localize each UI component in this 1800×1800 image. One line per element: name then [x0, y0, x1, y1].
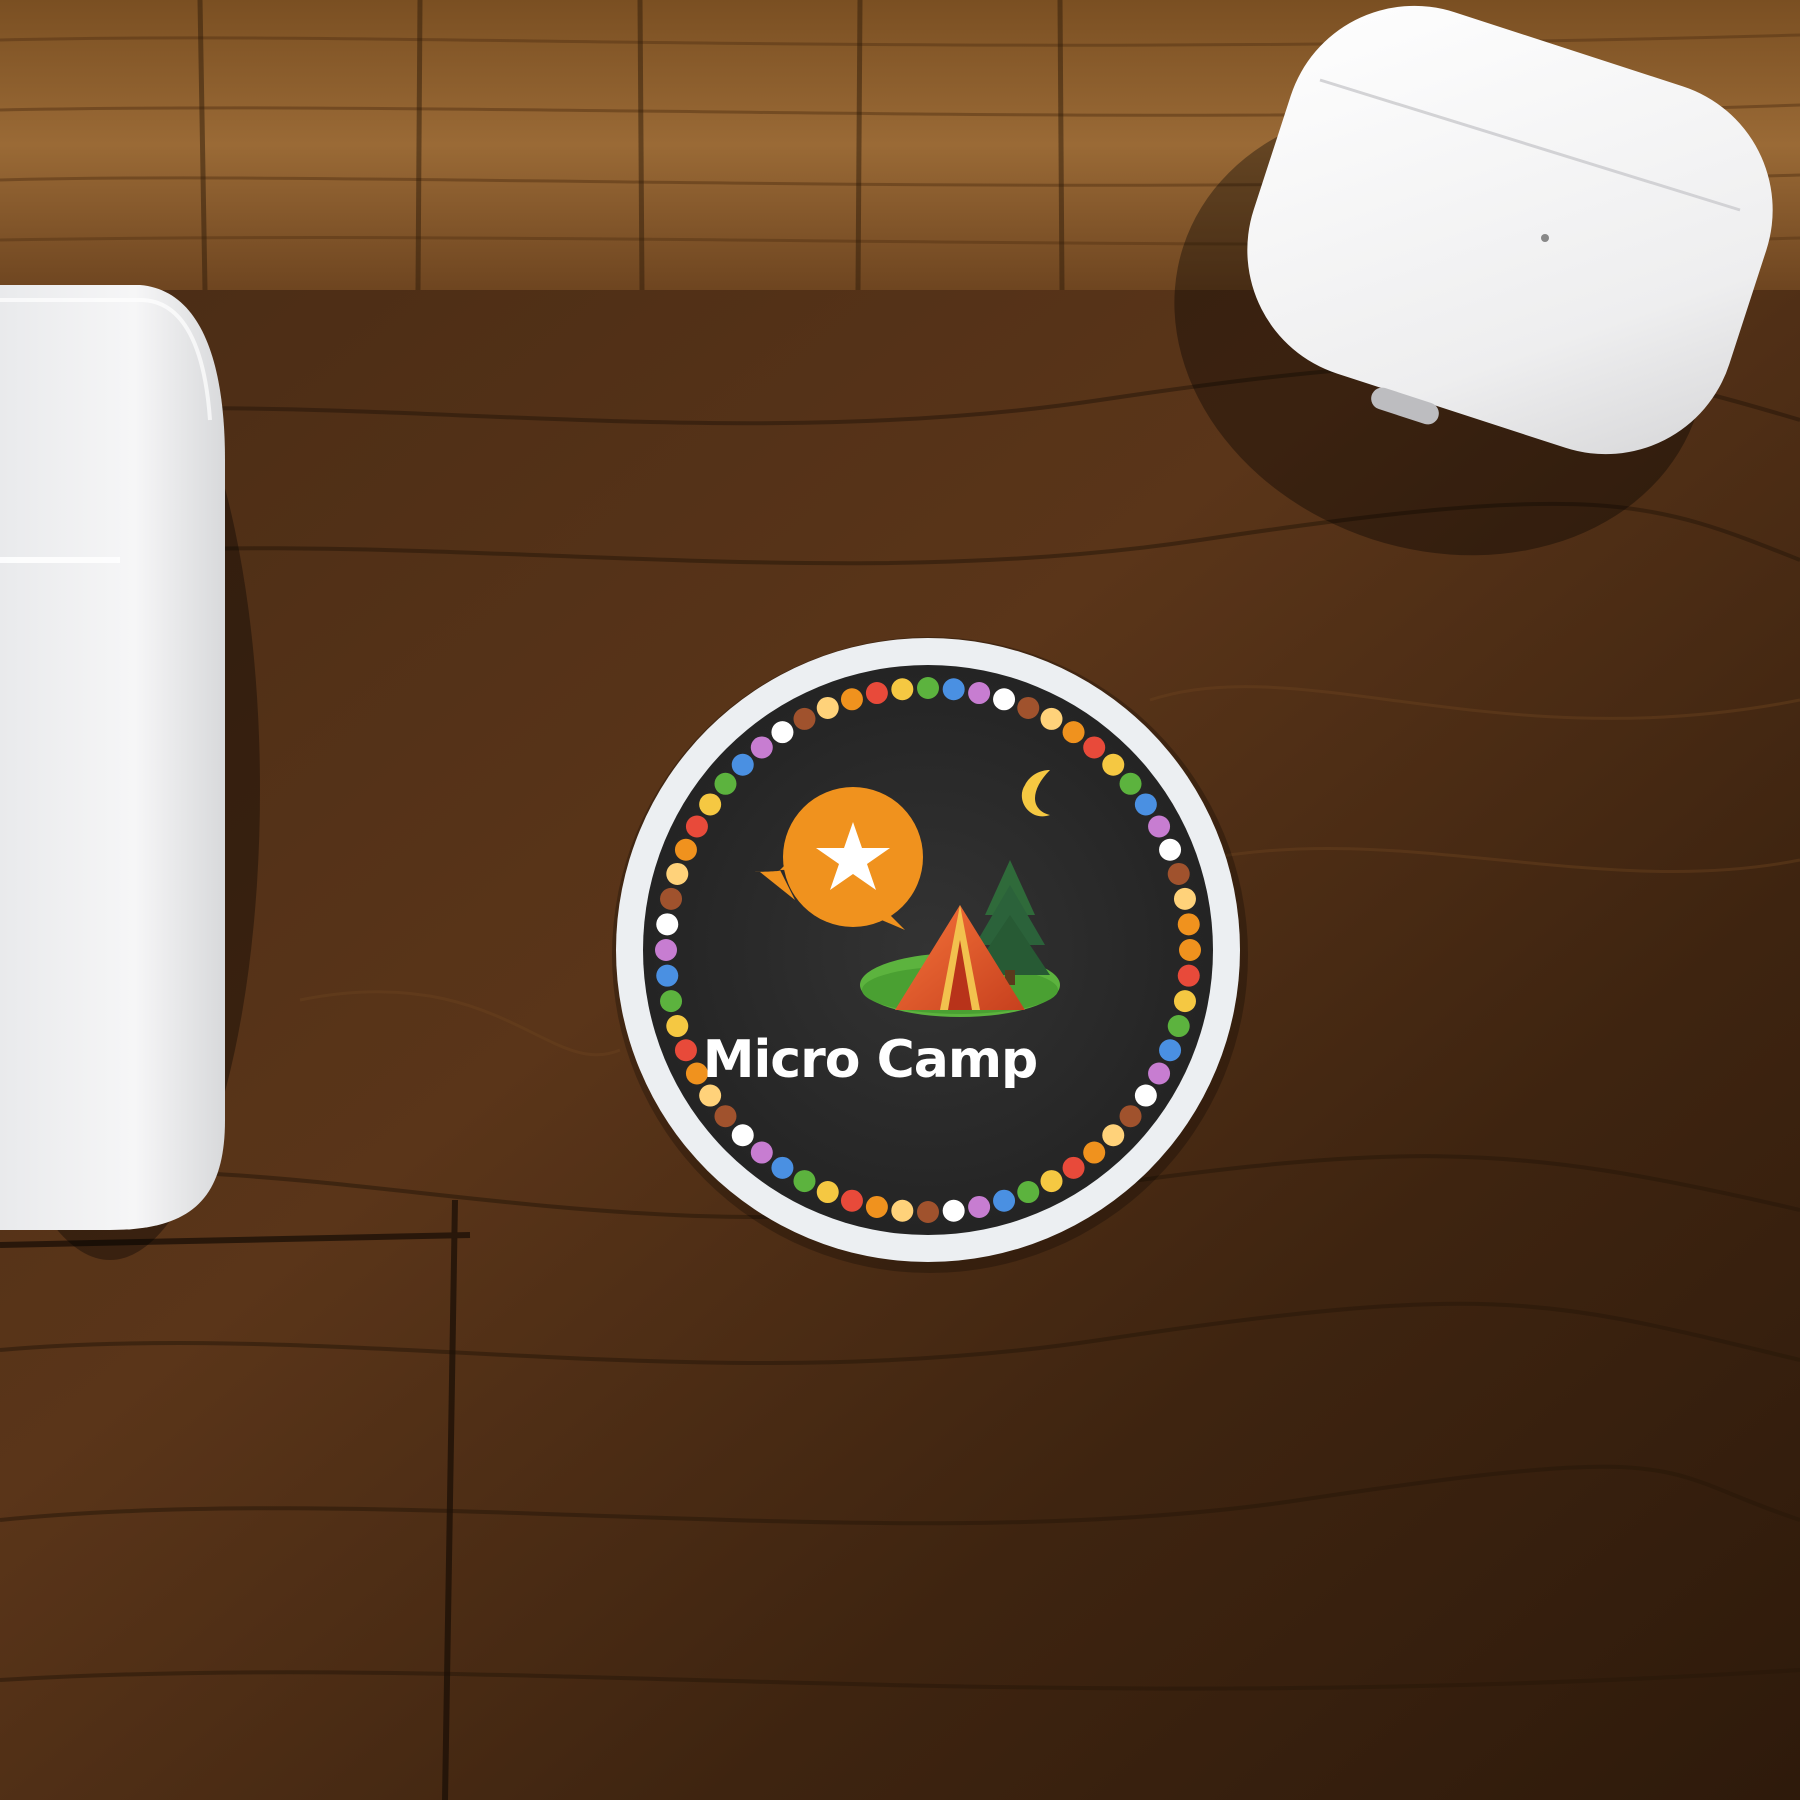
emoji-ring-item	[656, 964, 679, 987]
emoji-ring-item	[714, 1105, 737, 1128]
emoji-ring-item	[674, 838, 697, 861]
emoji-ring-item	[771, 721, 794, 744]
emoji-ring-item	[660, 990, 683, 1013]
emoji-ring-item	[656, 913, 679, 936]
sticker-face	[643, 665, 1213, 1235]
emoji-ring-item	[685, 815, 708, 838]
emoji-ring-item	[1040, 707, 1063, 730]
emoji-ring-item	[1167, 862, 1190, 885]
emoji-ring-item	[1179, 939, 1201, 961]
emoji-ring-item	[1159, 838, 1182, 861]
emoji-ring-item	[1062, 721, 1085, 744]
photo-scene	[0, 0, 1800, 1800]
emoji-ring-item	[1119, 772, 1142, 795]
emoji-ring-item	[840, 688, 863, 711]
emoji-ring-item	[1173, 990, 1196, 1013]
emoji-ring-item	[1119, 1105, 1142, 1128]
micro-camp-sticker	[612, 637, 1248, 1273]
emoji-ring-item	[1062, 1156, 1085, 1179]
emoji-ring-item	[865, 1195, 888, 1218]
emoji-ring-item	[1083, 1141, 1106, 1164]
emoji-ring-item	[1148, 1062, 1171, 1085]
emoji-ring-item	[816, 696, 839, 719]
sticker-title: Micro Camp	[702, 1030, 1039, 1090]
emoji-ring-item	[816, 1181, 839, 1204]
emoji-ring-item	[1102, 753, 1125, 776]
emoji-ring-item	[917, 677, 939, 699]
emoji-ring-item	[968, 1195, 991, 1218]
emoji-ring-item	[1083, 736, 1106, 759]
emoji-ring-item	[750, 1141, 773, 1164]
emoji-ring-item	[793, 707, 816, 730]
emoji-ring-item	[666, 862, 689, 885]
emoji-ring-item	[993, 1189, 1016, 1212]
emoji-ring-item	[1102, 1124, 1125, 1147]
emoji-ring-item	[1177, 964, 1200, 987]
emoji-ring-item	[731, 1124, 754, 1147]
emoji-ring-item	[865, 682, 888, 705]
emoji-ring-item	[793, 1170, 816, 1193]
emoji-ring-item	[1167, 1015, 1190, 1038]
emoji-ring-item	[750, 736, 773, 759]
emoji-ring-item	[942, 678, 965, 701]
emoji-ring-item	[1017, 696, 1040, 719]
emoji-ring-item	[968, 682, 991, 705]
mouse	[0, 285, 260, 1260]
emoji-ring-item	[1040, 1170, 1063, 1193]
emoji-ring-item	[1134, 1084, 1157, 1107]
emoji-ring-item	[891, 678, 914, 701]
emoji-ring-item	[1148, 815, 1171, 838]
emoji-ring-item	[942, 1199, 965, 1222]
emoji-ring-item	[714, 772, 737, 795]
emoji-ring-item	[891, 1199, 914, 1222]
emoji-ring-item	[771, 1156, 794, 1179]
emoji-ring-item	[1134, 793, 1157, 816]
emoji-ring-item	[1017, 1181, 1040, 1204]
emoji-ring-item	[699, 793, 722, 816]
emoji-ring-item	[660, 887, 683, 910]
emoji-ring-item	[655, 939, 677, 961]
emoji-ring-item	[1173, 887, 1196, 910]
emoji-ring-item	[993, 688, 1016, 711]
emoji-ring-item	[1177, 913, 1200, 936]
emoji-ring-item	[731, 753, 754, 776]
emoji-ring-item	[840, 1189, 863, 1212]
emoji-ring-item	[917, 1201, 939, 1223]
emoji-ring-item	[1159, 1039, 1182, 1062]
